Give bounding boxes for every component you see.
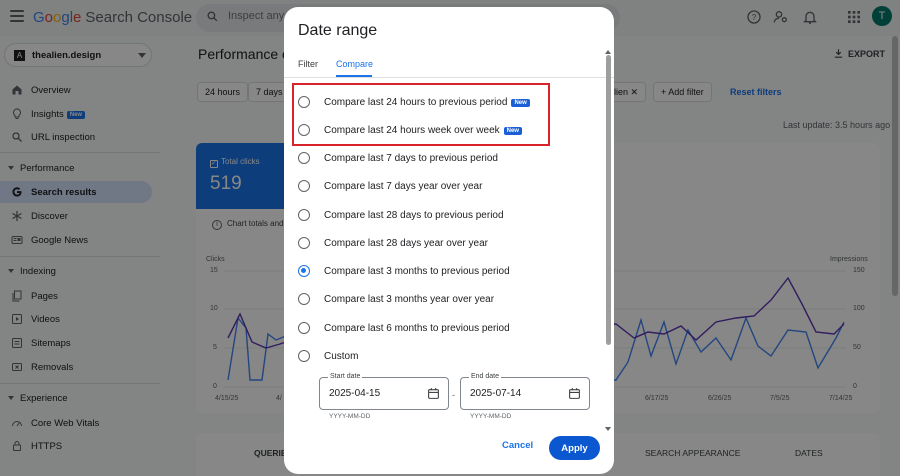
end-date-field[interactable]: End date bbox=[460, 373, 590, 410]
dialog-scrollbar[interactable] bbox=[606, 55, 611, 345]
radio-button[interactable] bbox=[298, 124, 310, 136]
radio-button[interactable] bbox=[298, 293, 310, 305]
radio-button[interactable] bbox=[298, 96, 310, 108]
dialog-title: Date range bbox=[298, 22, 378, 39]
radio-button[interactable] bbox=[298, 180, 310, 192]
tab-divider bbox=[284, 77, 614, 78]
date-separator: - bbox=[452, 390, 455, 400]
radio-button[interactable] bbox=[298, 237, 310, 249]
radio-button[interactable] bbox=[298, 350, 310, 362]
scroll-down-icon[interactable] bbox=[605, 427, 611, 431]
date-range-dialog: Date range Filter Compare Compare last 2… bbox=[284, 7, 614, 474]
tab-compare[interactable]: Compare bbox=[336, 59, 373, 69]
end-date-label: End date bbox=[469, 373, 502, 380]
option-28d-year-over-year[interactable]: Compare last 28 days year over year bbox=[298, 232, 598, 254]
scroll-up-icon[interactable] bbox=[605, 50, 611, 54]
radio-button-selected[interactable] bbox=[298, 265, 310, 277]
option-28d-previous-period[interactable]: Compare last 28 days to previous period bbox=[298, 204, 598, 226]
radio-button[interactable] bbox=[298, 152, 310, 164]
option-3m-year-over-year[interactable]: Compare last 3 months year over year bbox=[298, 288, 598, 310]
start-date-hint: YYYY-MM-DD bbox=[329, 413, 371, 420]
calendar-icon[interactable] bbox=[568, 387, 581, 400]
option-custom[interactable]: Custom bbox=[298, 345, 598, 367]
end-date-hint: YYYY-MM-DD bbox=[470, 413, 512, 420]
start-date-label: Start date bbox=[328, 373, 363, 380]
tab-filter[interactable]: Filter bbox=[298, 59, 318, 69]
start-date-field[interactable]: Start date bbox=[319, 373, 449, 410]
cancel-button[interactable]: Cancel bbox=[502, 440, 533, 451]
option-6m-previous-period[interactable]: Compare last 6 months to previous period bbox=[298, 317, 598, 339]
option-7d-previous-period[interactable]: Compare last 7 days to previous period bbox=[298, 147, 598, 169]
option-7d-year-over-year[interactable]: Compare last 7 days year over year bbox=[298, 175, 598, 197]
calendar-icon[interactable] bbox=[427, 387, 440, 400]
new-badge: New bbox=[503, 127, 522, 135]
option-24h-previous-period[interactable]: Compare last 24 hours to previous period… bbox=[298, 91, 598, 113]
apply-button[interactable]: Apply bbox=[549, 436, 600, 460]
start-date-input[interactable] bbox=[329, 388, 419, 399]
new-badge: New bbox=[511, 99, 530, 107]
radio-button[interactable] bbox=[298, 209, 310, 221]
end-date-input[interactable] bbox=[470, 388, 560, 399]
option-24h-week-over-week[interactable]: Compare last 24 hours week over week New bbox=[298, 119, 598, 141]
radio-button[interactable] bbox=[298, 322, 310, 334]
option-3m-previous-period[interactable]: Compare last 3 months to previous period bbox=[298, 260, 598, 282]
